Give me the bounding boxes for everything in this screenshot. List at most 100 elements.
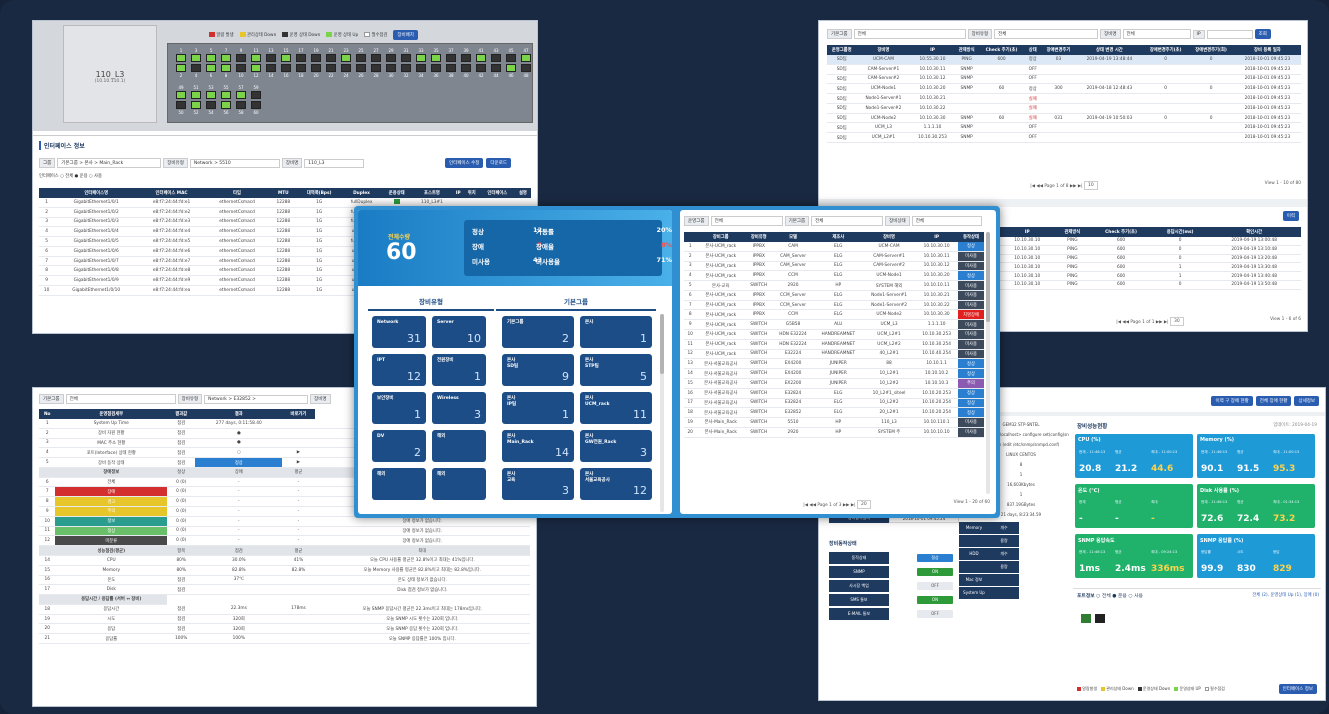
perf-card[interactable]: Memory (%) 현재 - 11:46:13 90.1 평균 91.5 최대 - 11… [1197, 434, 1315, 478]
device-status-filter[interactable]: 전체 [911, 216, 982, 226]
port-20[interactable] [311, 64, 321, 72]
port-3[interactable] [191, 54, 201, 62]
port-25[interactable] [356, 54, 366, 62]
port-11[interactable] [251, 54, 261, 62]
port-45[interactable] [506, 54, 516, 62]
table-row[interactable]: 1 본사-UCM_rack IPPBX CAM ELG UCM-CAM 10.10.30.1… [684, 242, 984, 252]
port-5[interactable] [206, 54, 216, 62]
column-header[interactable]: IP [915, 232, 958, 242]
ip-filter[interactable] [1206, 29, 1253, 39]
check-row[interactable]: 15 Memory 80% 82.8% 82.8% 오늘 Memory 사용률 평균은 8… [39, 565, 530, 576]
perf-card[interactable]: SNMP 응답속도 현재 - 11:46:13 1ms 평균 2.4ms 최대 - 09:… [1075, 534, 1193, 578]
tile-4[interactable]: 보안장비 1 [372, 392, 426, 424]
port-19[interactable] [311, 54, 321, 62]
port-40[interactable] [461, 64, 471, 72]
check-row[interactable]: 16 온도 점검 37℃ 온도 상태 정보가 없습니다. [39, 575, 530, 586]
column-header[interactable]: 인터페이스 MAC [138, 188, 206, 198]
port-22[interactable] [326, 64, 336, 72]
table-row[interactable]: 18 본사-서울교육공사 SWITCH E32852 ELG 20_L2#1 10.10.2… [684, 407, 984, 419]
table-row[interactable]: 10.10.30.10 PING 600 1 2019-04-19 13:30:48 [999, 262, 1301, 273]
base-group-filter[interactable]: 전체 [811, 216, 884, 226]
port-26[interactable] [356, 64, 366, 72]
port-55[interactable] [221, 91, 231, 99]
port-18[interactable] [296, 64, 306, 72]
tile-4[interactable]: 본사 IP팀 1 [502, 392, 574, 424]
column-header[interactable]: 운용상태 [382, 188, 412, 198]
column-header[interactable]: 위치 [463, 188, 480, 198]
column-header[interactable]: 관제방식 [1055, 227, 1090, 237]
column-header[interactable]: 상태 변경 시간 [1075, 45, 1143, 55]
tile-5[interactable]: 본사 UCM_rack 11 [580, 392, 652, 424]
table-row[interactable]: 3 본사-UCM_rack IPPBX CAM_Server ELG CAM-Server… [684, 261, 984, 272]
group-filter[interactable]: 전체 [853, 29, 966, 39]
check-row[interactable]: 14 CPU 80% 30.0% 41% 오늘 CPU 사용률 평균은 32.8%이고 최… [39, 555, 530, 566]
column-header[interactable]: 결과값 [167, 409, 196, 419]
column-header[interactable]: 응답시간(ms) [1152, 227, 1208, 237]
group-scrollbar[interactable] [660, 314, 664, 512]
perf-card[interactable]: CPU (%) 현재 - 11:46:13 20.8 평균 21.2 최대 - 11:00… [1075, 434, 1193, 478]
port-37[interactable] [446, 54, 456, 62]
column-header[interactable]: IP [452, 188, 464, 198]
tile-0[interactable]: Network 31 [372, 316, 426, 348]
check-row[interactable]: 21 응답률 100% 100% 오늘 SNMP 응답률은 100% 입니다. [39, 633, 530, 644]
port-6[interactable] [206, 64, 216, 72]
table-row[interactable]: SD팀 Node1-Server#2 10.10.30.22 실패 2018-10-01… [827, 103, 1301, 114]
status-scrollbar[interactable] [986, 232, 990, 494]
column-header[interactable]: 관제방식 [954, 45, 979, 55]
column-header[interactable]: 운영점검세부 [55, 409, 168, 419]
port-43[interactable] [491, 54, 501, 62]
tile-0[interactable]: 기본그룹 2 [502, 316, 574, 348]
interface-info-button[interactable]: 인터페이스 정보 [1278, 684, 1317, 694]
check-row[interactable]: 17 Disk 점검 Disk 점검 정보가 없습니다. [39, 584, 530, 596]
table-row[interactable]: 2 본사-UCM_rack IPPBX CAM_Server ELG CAM-Server… [684, 251, 984, 262]
tile-3[interactable]: 본사 STP팀 5 [580, 354, 652, 386]
tile-5[interactable]: Wireless 3 [432, 392, 486, 424]
column-header[interactable]: Duplex [340, 188, 383, 198]
column-header[interactable]: 결과 [195, 409, 283, 419]
column-header[interactable]: 바로가기 [282, 409, 315, 419]
port-23[interactable] [341, 54, 351, 62]
column-header[interactable]: MTU [269, 188, 298, 198]
port-15[interactable] [281, 54, 291, 62]
check-row[interactable]: 18 응답시간 점검 22.3ms 178ms 오늘 SNMP 응답시간 평균은 22.3… [39, 604, 530, 615]
column-header[interactable]: Check 주기(초) [1089, 227, 1153, 237]
port-56[interactable] [221, 101, 231, 109]
perf-card[interactable]: 온도 (℃) 현재 - 평균 - 최대 - [1075, 484, 1193, 528]
port-28[interactable] [371, 64, 381, 72]
column-header[interactable]: Check 주기(초) [978, 45, 1025, 55]
column-header[interactable]: 운영그룹명 [827, 45, 857, 55]
op-status[interactable]: OFF [917, 582, 953, 590]
table-row[interactable]: SD팀 UCM_L2#1 10.10.30.253 SNMP OFF 2018-10-01… [827, 132, 1301, 144]
column-header[interactable]: IP [910, 45, 955, 55]
port-47[interactable] [521, 54, 531, 62]
search-button[interactable]: 조회 [1254, 29, 1271, 39]
port-46[interactable] [506, 64, 516, 72]
check-row[interactable]: 20 응답 점검 320회 오늘 SNMP 응답 횟수는 320회 입니다. [39, 623, 530, 635]
group-field[interactable]: 기본그룹 > 본사 > Main_Rack [57, 158, 162, 168]
column-header[interactable]: 장비그룹 [696, 232, 746, 242]
port-57[interactable] [236, 91, 246, 99]
column-header[interactable]: 확인시간 [1207, 227, 1301, 237]
type-filter[interactable]: 전체 [994, 29, 1099, 39]
column-header[interactable]: 제조사 [813, 232, 863, 242]
column-header[interactable]: 모델 [772, 232, 814, 242]
port-12[interactable] [251, 64, 261, 72]
column-header[interactable]: 설명 [514, 188, 531, 198]
tile-9[interactable]: 본사 서울교육공사 12 [580, 468, 652, 500]
table-row[interactable]: SD팀 CAM-Server#2 10.10.30.12 SNMP OFF 2018-10… [827, 74, 1301, 85]
port-48[interactable] [521, 64, 531, 72]
table-row[interactable]: 17 본사-서울교육공사 SWITCH E32824 ELG 10_L2#2 10.10.2… [684, 398, 984, 409]
port-1[interactable] [176, 54, 186, 62]
check-row[interactable]: 12 미분류 0 (0) - - 장애 정보가 없습니다. [39, 535, 530, 547]
column-header[interactable]: 타입 [205, 188, 270, 198]
check-type-field[interactable]: Network > E32852 > [204, 394, 309, 404]
port-54[interactable] [206, 101, 216, 109]
port-36[interactable] [431, 64, 441, 72]
ops-group-filter[interactable]: 전체 [710, 216, 783, 226]
table-row[interactable]: 7 본사-UCM_rack IPPBX CCM_Server ELG Node1-Serv… [684, 300, 984, 311]
port-16[interactable] [281, 64, 291, 72]
port-24[interactable] [341, 64, 351, 72]
port-8[interactable] [221, 64, 231, 72]
column-header[interactable]: 장비 등록 일자 [1233, 45, 1301, 55]
port-34[interactable] [416, 64, 426, 72]
